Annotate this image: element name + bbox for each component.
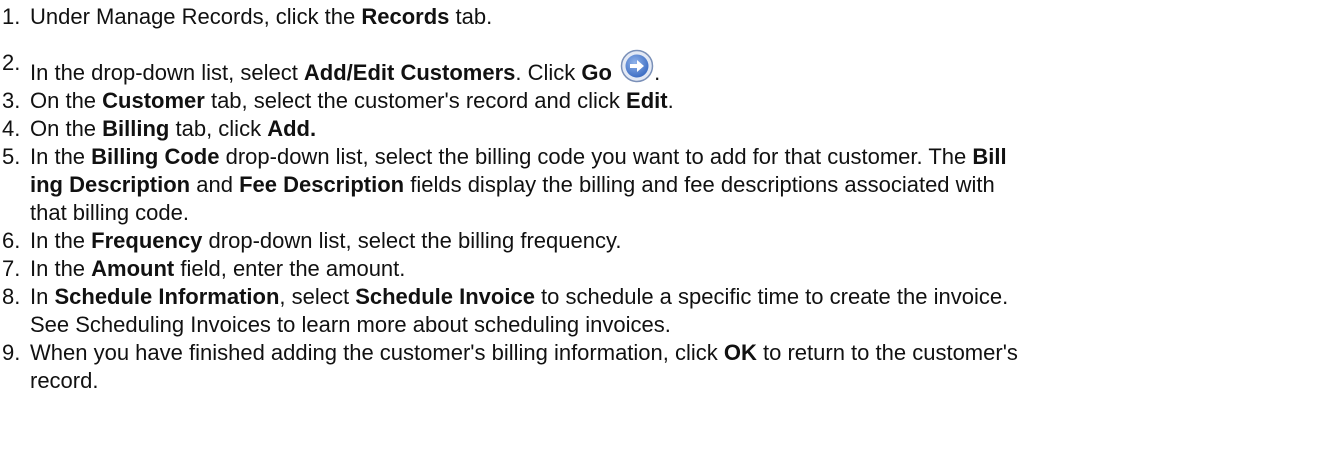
go-arrow-icon [620, 49, 654, 83]
step-number: 5. [2, 144, 21, 169]
bold-ui-term: Bill [972, 144, 1007, 169]
bold-ui-term: OK [723, 340, 757, 365]
step-number: 9. [2, 340, 21, 365]
bold-ui-term: Add. [267, 116, 317, 141]
bold-ui-term: Customer [102, 88, 205, 113]
step-text-segment: and [190, 172, 240, 197]
step-text: In the drop-down list, select Add/Edit C… [30, 49, 661, 85]
step-3: 3. On the Customer tab, select the custom… [0, 87, 1325, 115]
bold-ui-term: Billing [102, 116, 170, 141]
step-text-segment: to return to the customer's [756, 340, 1018, 365]
step-text: On the Billing tab, click Add. [30, 116, 316, 141]
step-text-segment: record. [30, 368, 99, 393]
step-text-segment: In the [30, 256, 92, 281]
step-text-segment: In the [30, 144, 92, 169]
step-text-segment: tab, click [169, 116, 268, 141]
step-text: When you have finished adding the custom… [30, 340, 1018, 393]
step-8: 8. In Schedule Information, select Schedu… [0, 283, 1325, 339]
step-4: 4. On the Billing tab, click Add. [0, 115, 1325, 143]
bold-ui-term: Add/Edit Customers [303, 60, 516, 85]
bold-ui-term: Schedule Information [54, 284, 280, 309]
step-text-segment: that billing code. [30, 200, 189, 225]
step-text-segment: In [30, 284, 55, 309]
step-text-segment: drop-down list, select the billing code … [219, 144, 973, 169]
step-text-segment: field, enter the amount. [174, 256, 406, 281]
bold-ui-term: Amount [91, 256, 175, 281]
step-text-segment [612, 60, 618, 85]
step-text-segment: On the [30, 116, 103, 141]
step-9: 9. When you have finished adding the cust… [0, 339, 1325, 395]
step-text-segment: . [667, 88, 674, 113]
step-number: 6. [2, 228, 21, 253]
step-number: 3. [2, 88, 21, 113]
step-number: 1. [2, 4, 21, 29]
step-text: In the Amount field, enter the amount. [30, 256, 405, 281]
step-5: 5. In the Billing Code drop-down list, se… [0, 143, 1325, 227]
step-text-segment: When you have finished adding the custom… [30, 340, 724, 365]
step-number: 8. [2, 284, 21, 309]
step-number: 4. [2, 116, 21, 141]
step-2: 2. In the drop-down list, select Add/Edit… [0, 49, 1325, 87]
step-text-segment: to schedule a specific time to create th… [534, 284, 1009, 309]
step-text-segment: . [654, 60, 661, 85]
step-text-segment: drop-down list, select the billing frequ… [202, 228, 622, 253]
bold-ui-term: ing Description [30, 172, 191, 197]
step-number: 2. [2, 50, 21, 75]
bold-ui-term: Billing Code [91, 144, 220, 169]
step-number: 7. [2, 256, 21, 281]
step-1: 1. Under Manage Records, click the Record… [0, 3, 1325, 31]
step-text-segment: tab. [449, 4, 493, 29]
bold-ui-term: Fee Description [239, 172, 405, 197]
step-6: 6. In the Frequency drop-down list, selec… [0, 227, 1325, 255]
bold-ui-term: Schedule Invoice [355, 284, 535, 309]
bold-ui-term: Edit [626, 88, 668, 113]
step-text-segment: . Click [515, 60, 582, 85]
step-text-segment: On the [30, 88, 103, 113]
step-text-segment: In the drop-down list, select [30, 60, 304, 85]
step-text-segment: fields display the billing and fee descr… [404, 172, 995, 197]
step-text: In Schedule Information, select Schedule… [30, 284, 1008, 337]
step-text-segment: In the [30, 228, 92, 253]
step-7: 7. In the Amount field, enter the amount. [0, 255, 1325, 283]
step-text: Under Manage Records, click the Records … [30, 4, 492, 29]
step-text: In the Billing Code drop-down list, sele… [30, 144, 1007, 225]
instruction-steps: 1. Under Manage Records, click the Record… [0, 3, 1325, 395]
bold-ui-term: Frequency [91, 228, 203, 253]
step-text-segment: tab, select the customer's record and cl… [204, 88, 627, 113]
step-text-segment: Under Manage Records, click the [30, 4, 362, 29]
step-text-segment: See Scheduling Invoices to learn more ab… [30, 312, 671, 337]
bold-ui-term: Records [361, 4, 450, 29]
step-text-segment: , select [279, 284, 356, 309]
step-text: In the Frequency drop-down list, select … [30, 228, 621, 253]
step-text: On the Customer tab, select the customer… [30, 88, 674, 113]
bold-ui-term: Go [581, 60, 612, 85]
